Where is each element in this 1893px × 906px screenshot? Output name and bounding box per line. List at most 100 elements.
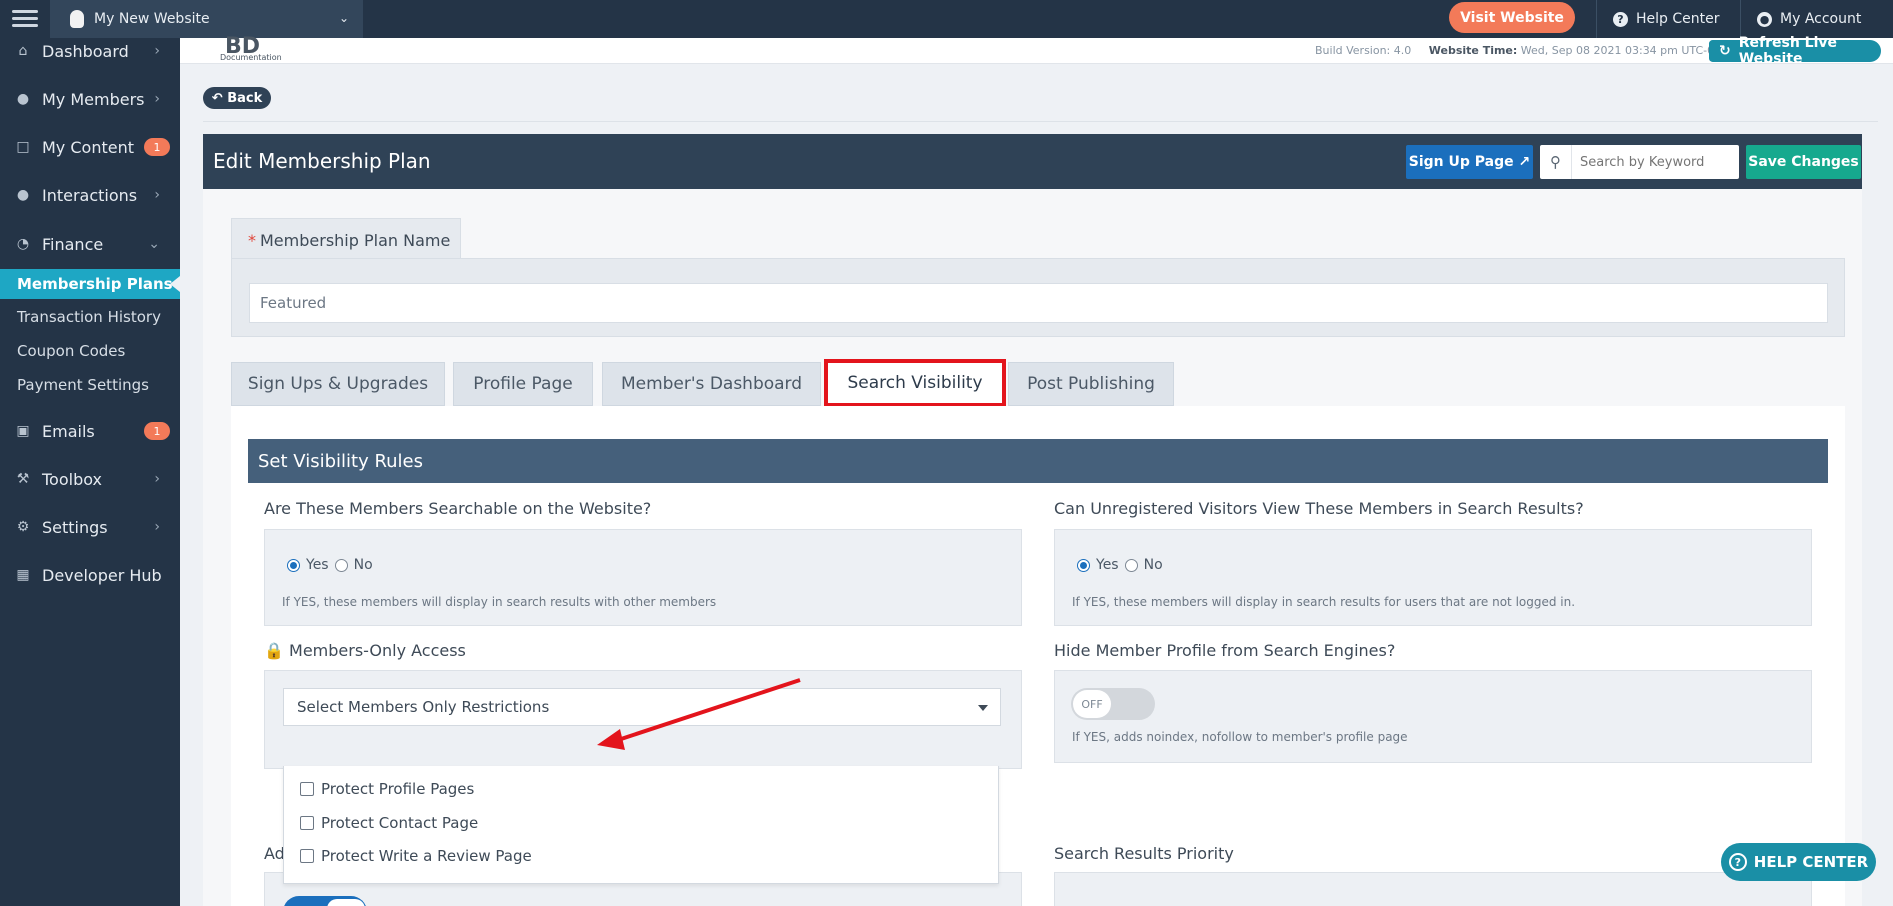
plan-name-label: * Membership Plan Name [231,218,461,260]
sidebar-subitem-membership-plans[interactable]: Membership Plans [0,269,180,299]
panel-header: Edit Membership Plan Sign Up Page ↗ ⚲ Sa… [203,134,1862,189]
search-box[interactable]: ⚲ [1540,145,1739,179]
members-only-dropdown: Protect Profile Pages Protect Contact Pa… [283,766,999,884]
unregistered-no-radio[interactable] [1124,558,1138,572]
tab-profile-page[interactable]: Profile Page [453,362,593,406]
count-badge: 1 [144,138,170,156]
external-link-icon: ↗ [1513,154,1531,170]
sidebar-item-settings[interactable]: ⚙ Settings › [0,512,180,542]
search-icon: ⚲ [1540,145,1572,179]
save-changes-button[interactable]: Save Changes [1746,145,1861,179]
sidebar-item-developer-hub[interactable]: ▦ Developer Hub [0,560,180,590]
restriction-label: Protect Write a Review Page [321,847,532,865]
refresh-live-website-button[interactable]: ↻ Refresh Live Website [1709,35,1881,67]
logo-subtext: Documentation [220,53,282,62]
chevron-right-icon: › [154,43,160,59]
visit-website-button[interactable]: Visit Website [1449,2,1575,33]
sidebar-item-toolbox[interactable]: ⚒ Toolbox › [0,464,180,494]
partial-toggle[interactable] [283,896,367,906]
chevron-right-icon: › [154,187,160,203]
searchable-no-radio[interactable] [334,558,348,572]
hide-search-engines-question: Hide Member Profile from Search Engines? [1054,641,1396,660]
tab-post-publishing[interactable]: Post Publishing [1008,362,1174,406]
help-center-button[interactable]: ? HELP CENTER [1721,843,1876,881]
restriction-label: Protect Profile Pages [321,780,475,798]
hide-search-engines-toggle[interactable]: OFF [1071,688,1155,720]
time-label: Website Time: [1428,44,1518,57]
plan-name-input[interactable] [249,283,1828,323]
wrench-icon: ⚒ [16,471,30,487]
search-priority-question: Search Results Priority [1054,844,1234,863]
logo[interactable]: BD Documentation [220,34,340,64]
no-label: No [1143,557,1163,573]
chevron-down-icon: ⌄ [148,236,160,252]
site-selector[interactable]: My New Website ⌄ [50,0,363,38]
searchable-box: Yes No If YES, these members will displa… [264,529,1022,626]
sign-up-page-button[interactable]: Sign Up Page ↗ [1406,145,1533,179]
searchable-radio-group: Yes No [287,557,379,573]
refresh-label: Refresh Live Website [1738,35,1838,67]
back-arrow-icon: ↶ [211,90,228,106]
divider [203,121,1878,122]
search-input[interactable] [1572,154,1732,170]
restriction-option[interactable]: Protect Contact Page [300,814,478,832]
unregistered-yes-radio[interactable] [1077,558,1090,572]
tab-members-dashboard[interactable]: Member's Dashboard [602,362,821,406]
tab-sign-ups-upgrades[interactable]: Sign Ups & Upgrades [231,362,445,406]
sidebar: ⌂ Dashboard › ● My Members › □ My Conten… [0,38,180,906]
searchable-yes-radio[interactable] [287,558,300,572]
tab-search-visibility[interactable]: Search Visibility [824,359,1006,407]
page-title: Edit Membership Plan [213,149,431,173]
checkbox[interactable] [300,782,314,796]
grid-icon: ▦ [16,567,30,583]
unregistered-question: Can Unregistered Visitors View These Mem… [1054,499,1584,518]
members-only-select[interactable]: Select Members Only Restrictions [283,688,1001,726]
restriction-option[interactable]: Protect Write a Review Page [300,847,532,865]
sidebar-item-label: Dashboard [42,41,129,61]
chat-icon: ● [16,187,30,203]
build-value: 4.0 [1393,44,1412,57]
searchable-question: Are These Members Searchable on the Webs… [264,499,652,518]
sidebar-item-my-members[interactable]: ● My Members › [0,84,180,114]
section-title: Set Visibility Rules [248,439,1828,483]
sidebar-item-label: Emails [42,421,95,441]
back-button[interactable]: ↶ Back [203,87,271,109]
unregistered-radio-group: Yes No [1077,557,1169,573]
sidebar-item-interactions[interactable]: ● Interactions › [0,180,180,210]
user-icon: ● [1757,11,1772,27]
yes-label: Yes [1096,557,1119,573]
lock-icon: 🔒 [264,641,284,660]
sidebar-item-label: Developer Hub [42,565,162,585]
checkbox[interactable] [300,816,314,830]
sidebar-item-label: Settings [42,517,108,537]
sign-up-label: Sign Up Page [1408,154,1514,170]
back-label: Back [227,90,263,106]
my-account-menu[interactable]: ● My Account [1740,0,1893,38]
sidebar-item-finance[interactable]: ◔ Finance ⌄ [0,229,180,259]
build-label: Build Version: [1315,44,1391,57]
question-icon: ? [1728,853,1747,871]
my-account-label: My Account [1780,11,1862,27]
inbox-icon: ▣ [16,423,30,439]
site-name: My New Website [94,11,210,27]
restriction-option[interactable]: Protect Profile Pages [300,780,474,798]
sidebar-subitem-payment-settings[interactable]: Payment Settings [0,370,180,400]
checkbox[interactable] [300,849,314,863]
toggle-knob [327,899,365,906]
sidebar-item-label: Finance [42,234,104,254]
chevron-down-icon: ⌄ [338,11,349,25]
partial-question: Ad [264,844,285,863]
sidebar-subitem-coupon-codes[interactable]: Coupon Codes [0,336,180,366]
searchable-hint: If YES, these members will display in se… [282,595,717,609]
unregistered-box: Yes No If YES, these members will displa… [1054,529,1812,626]
menu-icon[interactable] [12,6,38,32]
home-icon: ⌂ [18,43,28,59]
sidebar-item-my-content[interactable]: □ My Content 1 [0,132,180,162]
sidebar-item-dashboard[interactable]: ⌂ Dashboard › [0,36,180,66]
help-center-label: Help Center [1636,11,1720,27]
gear-icon: ⚙ [16,519,30,535]
help-center-link[interactable]: ? Help Center [1596,0,1740,38]
help-center-button-label: HELP CENTER [1753,853,1869,871]
sidebar-subitem-transaction-history[interactable]: Transaction History [0,302,180,332]
sidebar-item-emails[interactable]: ▣ Emails 1 [0,416,180,446]
